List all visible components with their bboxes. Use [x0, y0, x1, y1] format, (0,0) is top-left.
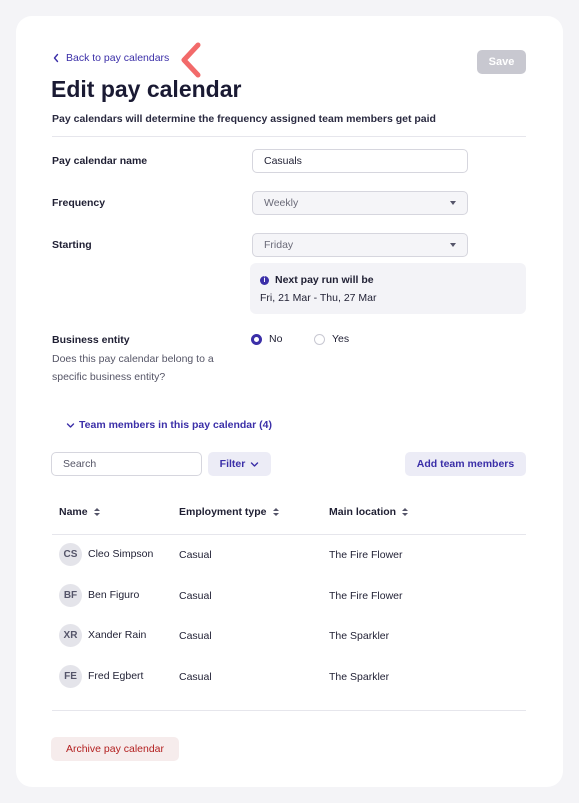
member-main-location: The Fire Flower [329, 549, 403, 561]
member-employment-type: Casual [179, 671, 212, 683]
sort-icon [272, 508, 279, 516]
radio-label-yes: Yes [332, 333, 350, 345]
search-input[interactable] [51, 452, 202, 476]
back-link-label: Back to pay calendars [66, 52, 170, 64]
business-entity-no-radio[interactable]: No [251, 333, 282, 345]
avatar: CS [59, 543, 82, 566]
business-entity-label: Business entity [52, 334, 130, 346]
next-pay-run-dates: Fri, 21 Mar - Thu, 27 Mar [260, 292, 377, 304]
column-header-label: Name [59, 506, 88, 518]
pay-calendar-name-input[interactable]: Casuals [252, 149, 468, 173]
archive-label: Archive pay calendar [65, 743, 165, 755]
sort-icon [402, 508, 409, 516]
member-main-location: The Sparkler [329, 671, 390, 683]
member-name: Cleo Simpson [88, 548, 154, 560]
member-name: Xander Rain [88, 629, 147, 641]
member-employment-type: Casual [179, 549, 212, 561]
red-annotation-arrow-icon [181, 42, 201, 78]
filter-button[interactable]: Filter [208, 452, 271, 476]
table-row[interactable]: CS Cleo Simpson Casual The Fire Flower [52, 535, 526, 575]
member-name: Ben Figuro [88, 589, 140, 601]
radio-label-no: No [269, 333, 283, 345]
business-entity-help: Does this pay calendar belong to a speci… [52, 353, 214, 383]
pay-calendar-name-label: Pay calendar name [52, 155, 148, 167]
member-employment-type: Casual [179, 590, 212, 602]
avatar: BF [59, 584, 82, 607]
header-divider [52, 136, 526, 137]
column-header-label: Employment type [179, 506, 267, 518]
starting-select[interactable]: Friday [252, 233, 468, 257]
caret-down-icon [450, 243, 456, 247]
filter-label: Filter [219, 458, 246, 470]
column-header-employment-type[interactable]: Employment type [179, 506, 279, 518]
frequency-value: Weekly [264, 197, 299, 209]
radio-selected-icon [251, 333, 262, 345]
next-pay-run-title: Next pay run will be [275, 274, 374, 286]
archive-pay-calendar-button[interactable]: Archive pay calendar [51, 737, 179, 761]
page-subtitle: Pay calendars will determine the frequen… [52, 113, 436, 125]
next-pay-run-info: i Next pay run will be Fri, 21 Mar - Thu… [250, 263, 526, 314]
chevron-down-icon [66, 422, 75, 428]
back-to-pay-calendars-link[interactable]: Back to pay calendars [52, 52, 169, 64]
radio-unselected-icon [314, 333, 325, 345]
column-header-name[interactable]: Name [59, 506, 100, 518]
avatar: FE [59, 665, 82, 688]
add-team-members-label: Add team members [416, 458, 515, 470]
page-title: Edit pay calendar [51, 76, 242, 102]
business-entity-yes-radio[interactable]: Yes [314, 333, 349, 345]
table-row[interactable]: BF Ben Figuro Casual The Fire Flower [52, 576, 526, 616]
starting-label: Starting [52, 239, 92, 251]
member-employment-type: Casual [179, 630, 212, 642]
avatar: XR [59, 624, 82, 647]
column-header-main-location[interactable]: Main location [329, 506, 409, 518]
footer-divider [52, 710, 526, 711]
save-button[interactable]: Save [477, 50, 526, 74]
starting-value: Friday [264, 239, 294, 251]
frequency-label: Frequency [52, 197, 106, 209]
edit-pay-calendar-card: Back to pay calendars Save Edit pay cale… [16, 16, 563, 787]
info-icon: i [260, 275, 269, 285]
member-name: Fred Egbert [88, 670, 144, 682]
chevron-left-icon [53, 53, 59, 63]
member-main-location: The Fire Flower [329, 590, 403, 602]
team-members-toggle[interactable]: Team members in this pay calendar (4) [66, 419, 272, 431]
column-header-label: Main location [329, 506, 397, 518]
pay-calendar-name-value: Casuals [264, 155, 302, 167]
table-row[interactable]: XR Xander Rain Casual The Sparkler [52, 616, 526, 656]
next-pay-run-heading: i Next pay run will be [260, 274, 516, 286]
sort-icon [93, 508, 100, 516]
caret-down-icon [450, 201, 456, 205]
chevron-down-icon [251, 461, 259, 467]
add-team-members-button[interactable]: Add team members [405, 452, 526, 476]
table-row[interactable]: FE Fred Egbert Casual The Sparkler [52, 657, 526, 697]
team-members-toggle-label: Team members in this pay calendar (4) [79, 419, 272, 431]
frequency-select[interactable]: Weekly [252, 191, 468, 215]
member-main-location: The Sparkler [329, 630, 390, 642]
